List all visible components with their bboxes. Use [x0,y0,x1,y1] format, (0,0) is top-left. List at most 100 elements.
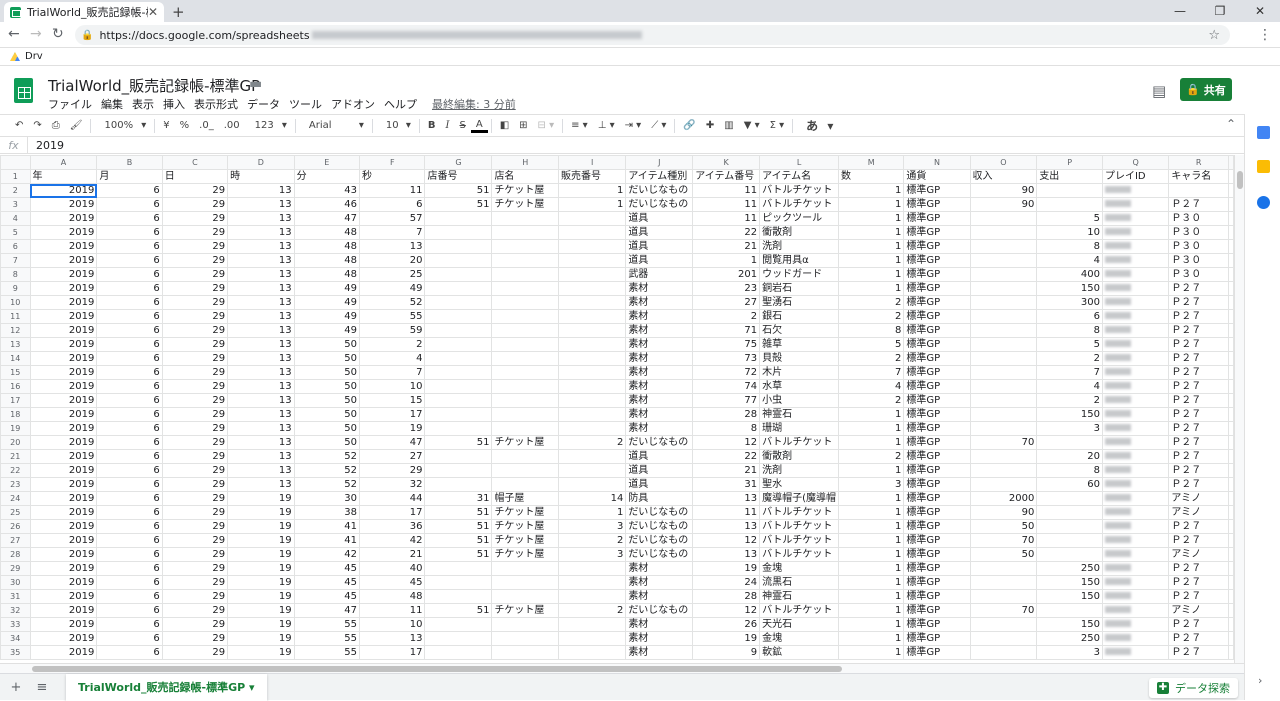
add-sheet-icon[interactable]: + [6,680,26,695]
close-tab-icon[interactable]: ✕ [148,5,158,19]
cell[interactable]: 19 [227,491,295,506]
cell[interactable] [1228,575,1234,590]
cell[interactable] [558,379,627,394]
cell[interactable]: 13 [227,281,295,296]
cell[interactable] [491,253,560,268]
cell[interactable]: 42 [293,547,361,562]
cell[interactable]: 1 [838,533,905,548]
cell[interactable]: 6 [96,183,163,198]
cell[interactable]: 7 [359,225,426,240]
cell[interactable]: 2019 [29,561,98,576]
cell[interactable] [491,239,560,254]
cell[interactable] [1228,547,1234,562]
header-cell[interactable]: 年 [29,169,98,184]
cell[interactable] [969,281,1038,296]
horizontal-align-icon[interactable]: ≡ ▾ [566,120,593,131]
cell[interactable]: 2019 [29,239,98,254]
cell[interactable] [491,351,560,366]
cell[interactable]: 6 [96,309,163,324]
cell[interactable]: 標準GP [903,183,971,198]
cell[interactable]: 13 [227,351,295,366]
cell[interactable]: 29 [161,337,229,352]
cell[interactable]: 銅岩石 [759,281,840,296]
cell[interactable] [1101,519,1170,534]
column-header-k[interactable]: K [692,155,761,170]
cell[interactable]: 49 [293,309,361,324]
cell[interactable]: 2 [692,309,761,324]
cell[interactable] [1228,365,1234,380]
cell[interactable] [1101,603,1170,618]
cell[interactable] [491,267,560,282]
cell[interactable]: 52 [293,449,361,464]
cell[interactable]: 29 [161,463,229,478]
cell[interactable]: 6 [96,603,163,618]
cell[interactable]: 6 [96,589,163,604]
cell[interactable]: チケット屋 [491,183,560,198]
cell[interactable]: 標準GP [903,337,971,352]
corner-cell[interactable] [0,155,31,170]
cell[interactable]: 150 [1036,281,1103,296]
cell[interactable]: 標準GP [903,393,971,408]
cell[interactable] [1101,239,1170,254]
cell[interactable] [1036,519,1103,534]
cell[interactable]: 1 [838,645,905,660]
cell[interactable]: 50 [293,407,361,422]
cell[interactable]: 2019 [29,519,98,534]
cell[interactable] [558,225,627,240]
cell[interactable]: 2019 [29,295,98,310]
cell[interactable]: 1 [838,575,905,590]
cell[interactable]: 2019 [29,477,98,492]
cell[interactable]: 標準GP [903,449,971,464]
cell[interactable]: 31 [692,477,761,492]
cell[interactable] [424,239,493,254]
cell[interactable]: 素材 [625,365,694,380]
cell[interactable]: 29 [161,379,229,394]
cell[interactable] [558,295,627,310]
cell[interactable]: 8 [692,421,761,436]
cell[interactable]: Ｐ３０ [1168,225,1229,240]
cell[interactable] [969,225,1038,240]
cell[interactable]: 17 [359,645,426,660]
row-header[interactable]: 2 [0,183,31,198]
cell[interactable] [558,309,627,324]
cell[interactable]: 11 [692,197,761,212]
cell[interactable]: 12 [692,435,761,450]
cell[interactable] [491,323,560,338]
cell[interactable] [1228,589,1234,604]
cell[interactable]: 素材 [625,281,694,296]
menu-view[interactable]: 表示 [132,96,154,112]
cell[interactable]: 水草 [759,379,840,394]
cell[interactable]: 11 [359,603,426,618]
cell[interactable] [1101,211,1170,226]
cell[interactable]: 49 [293,281,361,296]
cell[interactable]: 2 [558,533,627,548]
column-header-c[interactable]: C [161,155,229,170]
cell[interactable]: 13 [227,463,295,478]
column-header-g[interactable]: G [424,155,493,170]
cell[interactable]: 52 [293,463,361,478]
cell[interactable]: 13 [359,631,426,646]
cell[interactable]: 29 [161,253,229,268]
cell[interactable]: Ｐ２７ [1168,477,1229,492]
cell[interactable]: 標準GP [903,281,971,296]
cell[interactable]: 1 [838,561,905,576]
cell[interactable]: 1 [838,267,905,282]
menu-help[interactable]: ヘルプ [384,96,417,112]
cell[interactable] [558,393,627,408]
cell[interactable]: 6 [96,323,163,338]
cell[interactable]: 標準GP [903,309,971,324]
column-header-m[interactable]: M [838,155,905,170]
cell[interactable]: Ｐ２７ [1168,197,1229,212]
cell[interactable] [424,645,493,660]
cell[interactable]: 6 [96,239,163,254]
header-cell[interactable]: 販売番号 [558,169,627,184]
cell[interactable]: 29 [161,561,229,576]
cell[interactable]: Ｐ２７ [1168,617,1229,632]
cell[interactable] [1101,547,1170,562]
cell[interactable]: だいじなもの [625,183,694,198]
cell[interactable]: 標準GP [903,491,971,506]
cell[interactable]: 2 [838,449,905,464]
back-icon[interactable]: ← [8,26,20,42]
cell[interactable]: 44 [359,491,426,506]
cell[interactable]: 1 [558,505,627,520]
